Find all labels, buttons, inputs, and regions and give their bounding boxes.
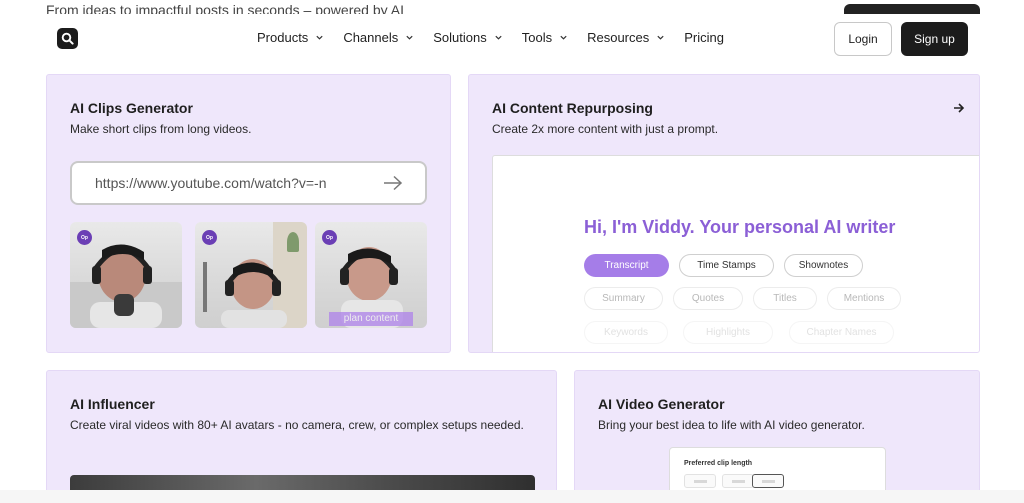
card-title: AI Content Repurposing (492, 100, 653, 116)
youtube-url-input[interactable]: https://www.youtube.com/watch?v=-n (70, 161, 427, 205)
chevron-down-icon (316, 35, 323, 40)
pill-summary[interactable]: Summary (584, 287, 663, 310)
card-ai-influencer[interactable]: AI Influencer Create viral videos with 8… (46, 370, 557, 503)
pill-titles[interactable]: Titles (753, 287, 817, 310)
card-ai-video-generator[interactable]: AI Video Generator Bring your best idea … (574, 370, 980, 503)
card-description: Create viral videos with 80+ AI avatars … (70, 418, 524, 432)
ai-writer-panel: Hi, I'm Viddy. Your personal AI writer T… (492, 155, 979, 352)
login-button[interactable]: Login (834, 22, 892, 56)
card-title: AI Clips Generator (70, 100, 193, 116)
chevron-down-icon (406, 35, 413, 40)
card-description: Make short clips from long videos. (70, 122, 252, 136)
clip-length-option-3[interactable] (752, 474, 784, 488)
chevron-down-icon (495, 35, 502, 40)
nav-item-solutions[interactable]: Solutions (433, 30, 502, 45)
page-bottom-bar (0, 490, 1024, 503)
option-bar (694, 480, 707, 483)
clip-length-option-1[interactable] (684, 474, 716, 488)
nav-item-label: Tools (521, 30, 553, 45)
chevron-down-icon (657, 35, 664, 40)
card-ai-clips-generator[interactable]: AI Clips Generator Make short clips from… (46, 74, 451, 353)
card-description: Bring your best idea to life with AI vid… (598, 418, 865, 432)
option-bar (762, 480, 775, 483)
chevron-down-icon (560, 35, 567, 40)
nav-item-label: Resources (587, 30, 650, 45)
nav-item-label: Solutions (433, 30, 487, 45)
card-title: AI Influencer (70, 396, 155, 412)
nav-item-tools[interactable]: Tools (522, 30, 568, 45)
card-description: Create 2x more content with just a promp… (492, 122, 719, 136)
nav-item-products[interactable]: Products (257, 30, 324, 45)
nav-links: Products Channels Solutions Tools Resour… (257, 30, 743, 45)
pill-transcript[interactable]: Transcript (584, 254, 669, 277)
pill-shownotes[interactable]: Shownotes (784, 254, 863, 277)
person-with-headphones-image (70, 244, 182, 328)
pill-keywords[interactable]: Keywords (584, 321, 668, 344)
pill-time-stamps[interactable]: Time Stamps (679, 254, 774, 277)
arrow-right-icon[interactable] (383, 175, 403, 191)
magnifier-icon[interactable] (57, 28, 78, 49)
url-input-text: https://www.youtube.com/watch?v=-n (95, 175, 327, 191)
top-nav: Products Channels Solutions Tools Resour… (30, 14, 990, 64)
nav-item-label: Products (257, 30, 309, 45)
clip-length-label: Preferred clip length (684, 460, 753, 467)
arrow-right-icon[interactable] (953, 102, 965, 114)
card-ai-content-repurposing[interactable]: AI Content Repurposing Create 2x more co… (468, 74, 980, 353)
nav-item-pricing[interactable]: Pricing (684, 30, 724, 45)
person-with-headphones-image (203, 259, 287, 328)
clip-caption: plan content (329, 312, 413, 326)
page: From ideas to impactful posts in seconds… (0, 0, 1024, 503)
nav-item-resources[interactable]: Resources (587, 30, 665, 45)
clip-thumbnail-1[interactable]: Op (70, 222, 182, 328)
option-bar (732, 480, 745, 483)
clip-thumbnail-3[interactable]: Op plan content (315, 222, 427, 328)
clip-length-option-2[interactable] (722, 474, 754, 488)
pill-chapter-names[interactable]: Chapter Names (789, 321, 894, 344)
nav-item-label: Pricing (684, 30, 724, 45)
signup-button[interactable]: Sign up (901, 22, 968, 56)
clip-thumbnail-2[interactable]: Op (195, 222, 307, 328)
pill-quotes[interactable]: Quotes (673, 287, 743, 310)
ai-writer-heading: Hi, I'm Viddy. Your personal AI writer (584, 217, 896, 237)
pill-highlights[interactable]: Highlights (683, 321, 773, 344)
card-title: AI Video Generator (598, 396, 725, 412)
nav-item-channels[interactable]: Channels (343, 30, 414, 45)
pill-mentions[interactable]: Mentions (827, 287, 901, 310)
nav-item-label: Channels (343, 30, 399, 45)
